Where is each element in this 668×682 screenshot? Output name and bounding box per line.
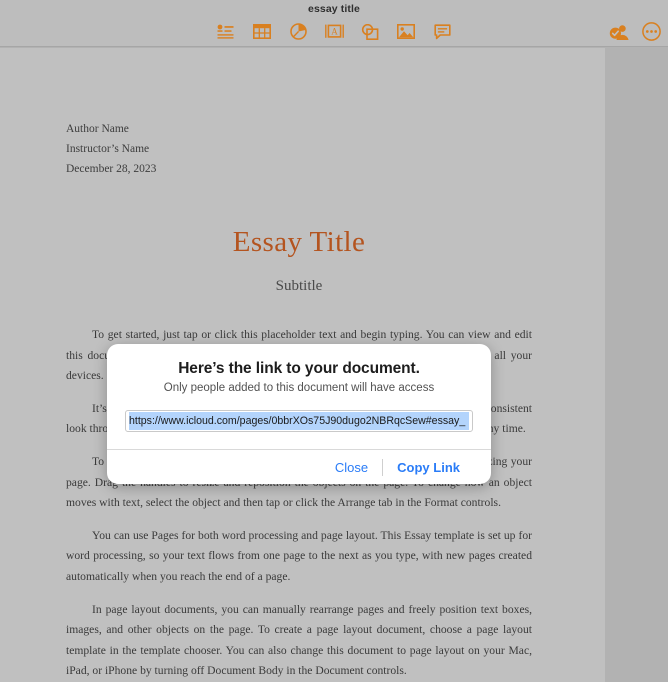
close-button[interactable]: Close xyxy=(321,460,382,475)
dialog-content: Here’s the link to your document. Only p… xyxy=(107,344,491,449)
share-link-dialog: Here’s the link to your document. Only p… xyxy=(107,344,491,484)
media-image-icon[interactable] xyxy=(395,21,417,43)
pages-app-window: essay title A Author Name Instructor’s N… xyxy=(0,0,668,682)
body-paragraph[interactable]: In page layout documents, you can manual… xyxy=(66,600,532,682)
canvas-background xyxy=(605,48,668,682)
format-list-icon[interactable] xyxy=(215,21,237,43)
shape-icon[interactable] xyxy=(359,21,381,43)
table-icon[interactable] xyxy=(251,21,273,43)
toolbar-right-group xyxy=(608,17,662,46)
more-icon[interactable] xyxy=(640,21,662,43)
comment-icon[interactable] xyxy=(431,21,453,43)
window-title-bar: essay title xyxy=(0,0,668,17)
header-line-instructor: Instructor’s Name xyxy=(66,143,150,155)
document-title: essay title xyxy=(308,2,360,15)
header-line-author: Author Name xyxy=(66,123,129,135)
essay-title[interactable]: Essay Title xyxy=(66,226,532,259)
header-line-date: December 28, 2023 xyxy=(66,163,157,175)
text-box-icon[interactable]: A xyxy=(323,21,345,43)
body-paragraph[interactable]: You can use Pages for both word processi… xyxy=(66,526,532,588)
copy-link-button[interactable]: Copy Link xyxy=(383,460,474,475)
dialog-title: Here’s the link to your document. xyxy=(178,360,420,377)
chart-icon[interactable] xyxy=(287,21,309,43)
dialog-footer: Close Copy Link xyxy=(107,449,491,484)
svg-text:A: A xyxy=(331,27,338,37)
dialog-subtitle: Only people added to this document will … xyxy=(163,382,435,394)
main-toolbar: A xyxy=(0,17,668,47)
toolbar-insert-group: A xyxy=(0,17,668,46)
collaborate-icon[interactable] xyxy=(608,21,630,43)
share-link-value: https://www.icloud.com/pages/0bbrXOs75J9… xyxy=(129,412,469,430)
share-link-input[interactable]: https://www.icloud.com/pages/0bbrXOs75J9… xyxy=(125,410,473,432)
essay-subtitle[interactable]: Subtitle xyxy=(66,278,532,295)
